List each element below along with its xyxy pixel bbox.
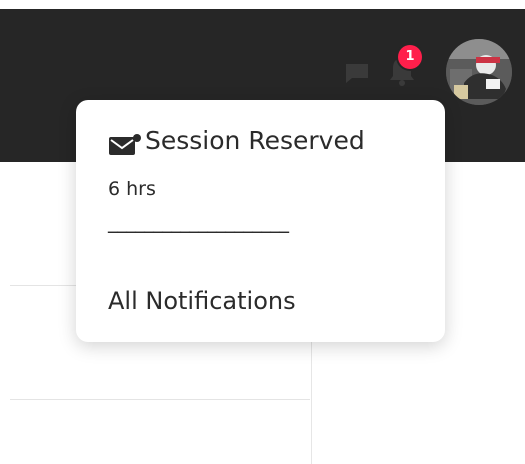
chat-bubble-icon[interactable] — [343, 59, 371, 87]
content-row-divider — [10, 399, 310, 400]
notification-count-badge: 1 — [398, 45, 422, 69]
notification-separator: ____________________ — [108, 209, 289, 233]
notification-title[interactable]: Session Reserved — [145, 126, 365, 155]
mail-notification-icon — [109, 134, 141, 155]
notification-time: 6 hrs — [108, 178, 156, 200]
user-avatar[interactable] — [446, 39, 512, 105]
all-notifications-link[interactable]: All Notifications — [108, 287, 296, 315]
notifications-dropdown: Session Reserved 6 hrs _________________… — [76, 100, 445, 342]
